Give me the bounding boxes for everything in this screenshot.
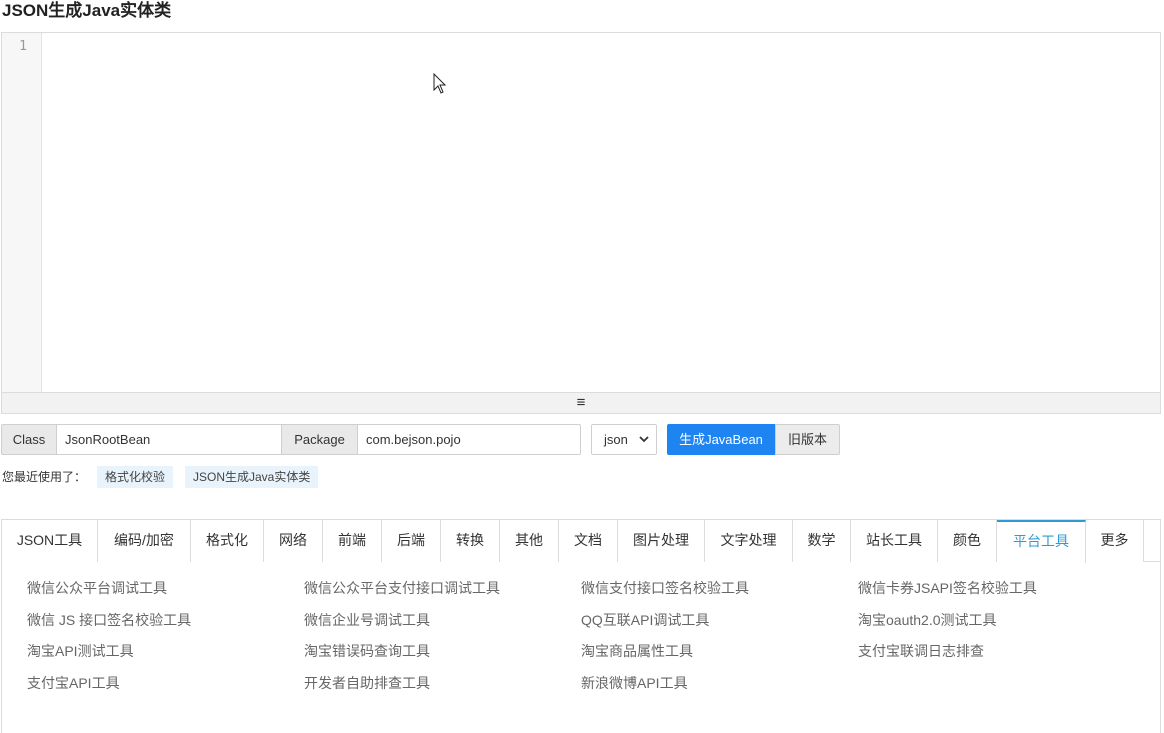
line-gutter: 1 bbox=[2, 33, 42, 392]
tab-text[interactable]: 文字处理 bbox=[705, 520, 793, 562]
editor-resize-handle[interactable]: ≡ bbox=[2, 392, 1160, 413]
generate-javabean-button[interactable]: 生成JavaBean bbox=[667, 424, 775, 455]
tool-link[interactable]: 开发者自助排查工具 bbox=[304, 674, 430, 692]
package-label: Package bbox=[281, 424, 358, 455]
tab-math[interactable]: 数学 bbox=[793, 520, 851, 562]
tool-link[interactable]: 微信 JS 接口签名校验工具 bbox=[27, 611, 191, 629]
recent-item-format-validate[interactable]: 格式化校验 bbox=[97, 466, 174, 488]
tab-platform-tools[interactable]: 平台工具 bbox=[997, 520, 1086, 563]
tool-link[interactable]: 淘宝商品属性工具 bbox=[581, 642, 693, 660]
tab-docs[interactable]: 文档 bbox=[559, 520, 618, 562]
code-area[interactable] bbox=[43, 33, 1160, 392]
tab-frontend[interactable]: 前端 bbox=[323, 520, 382, 562]
format-selected-value: json bbox=[604, 432, 628, 447]
tab-image[interactable]: 图片处理 bbox=[618, 520, 705, 562]
tool-link[interactable]: 微信卡券JSAPI签名校验工具 bbox=[858, 579, 1037, 597]
tool-link[interactable]: 淘宝错误码查询工具 bbox=[304, 642, 430, 660]
tab-backend[interactable]: 后端 bbox=[382, 520, 441, 562]
old-version-button[interactable]: 旧版本 bbox=[775, 424, 840, 455]
tool-link[interactable]: 淘宝oauth2.0测试工具 bbox=[858, 611, 997, 629]
menu-icon: ≡ bbox=[576, 394, 586, 411]
tab-convert[interactable]: 转换 bbox=[441, 520, 500, 562]
recent-item-json-to-java[interactable]: JSON生成Java实体类 bbox=[185, 466, 319, 488]
line-number: 1 bbox=[19, 39, 27, 54]
tools-panel: JSON工具 编码/加密 格式化 网络 前端 后端 转换 其他 文档 图片处理 … bbox=[1, 519, 1161, 733]
tool-link[interactable]: 支付宝API工具 bbox=[27, 674, 120, 692]
tool-link[interactable]: 淘宝API测试工具 bbox=[27, 642, 134, 660]
page-title: JSON生成Java实体类 bbox=[2, 1, 172, 20]
mouse-cursor-icon bbox=[433, 73, 447, 94]
tool-link[interactable]: 微信企业号调试工具 bbox=[304, 611, 430, 629]
tool-link[interactable]: QQ互联API调试工具 bbox=[581, 611, 709, 629]
tool-link[interactable]: 支付宝联调日志排查 bbox=[858, 642, 984, 660]
tab-network[interactable]: 网络 bbox=[264, 520, 323, 562]
class-name-input[interactable] bbox=[56, 424, 282, 455]
tool-link[interactable]: 微信支付接口签名校验工具 bbox=[581, 579, 749, 597]
tab-format[interactable]: 格式化 bbox=[191, 520, 264, 562]
tab-encoding[interactable]: 编码/加密 bbox=[98, 520, 191, 562]
tool-link[interactable]: 微信公众平台调试工具 bbox=[27, 579, 167, 597]
tab-color[interactable]: 颜色 bbox=[938, 520, 997, 562]
tab-other[interactable]: 其他 bbox=[500, 520, 559, 562]
tab-webmaster[interactable]: 站长工具 bbox=[851, 520, 938, 562]
recent-label: 您最近使用了： bbox=[2, 470, 87, 484]
chevron-down-icon bbox=[639, 436, 649, 443]
tool-link[interactable]: 微信公众平台支付接口调试工具 bbox=[304, 579, 500, 597]
format-select[interactable]: json bbox=[591, 424, 657, 455]
package-input[interactable] bbox=[357, 424, 581, 455]
json-editor[interactable]: 1 ≡ bbox=[1, 32, 1161, 414]
tab-more[interactable]: 更多 bbox=[1086, 520, 1144, 562]
tool-category-tabs: JSON工具 编码/加密 格式化 网络 前端 后端 转换 其他 文档 图片处理 … bbox=[2, 520, 1160, 563]
tab-json-tools[interactable]: JSON工具 bbox=[2, 520, 98, 562]
tool-link[interactable]: 新浪微博API工具 bbox=[581, 674, 688, 692]
class-label: Class bbox=[1, 424, 57, 455]
